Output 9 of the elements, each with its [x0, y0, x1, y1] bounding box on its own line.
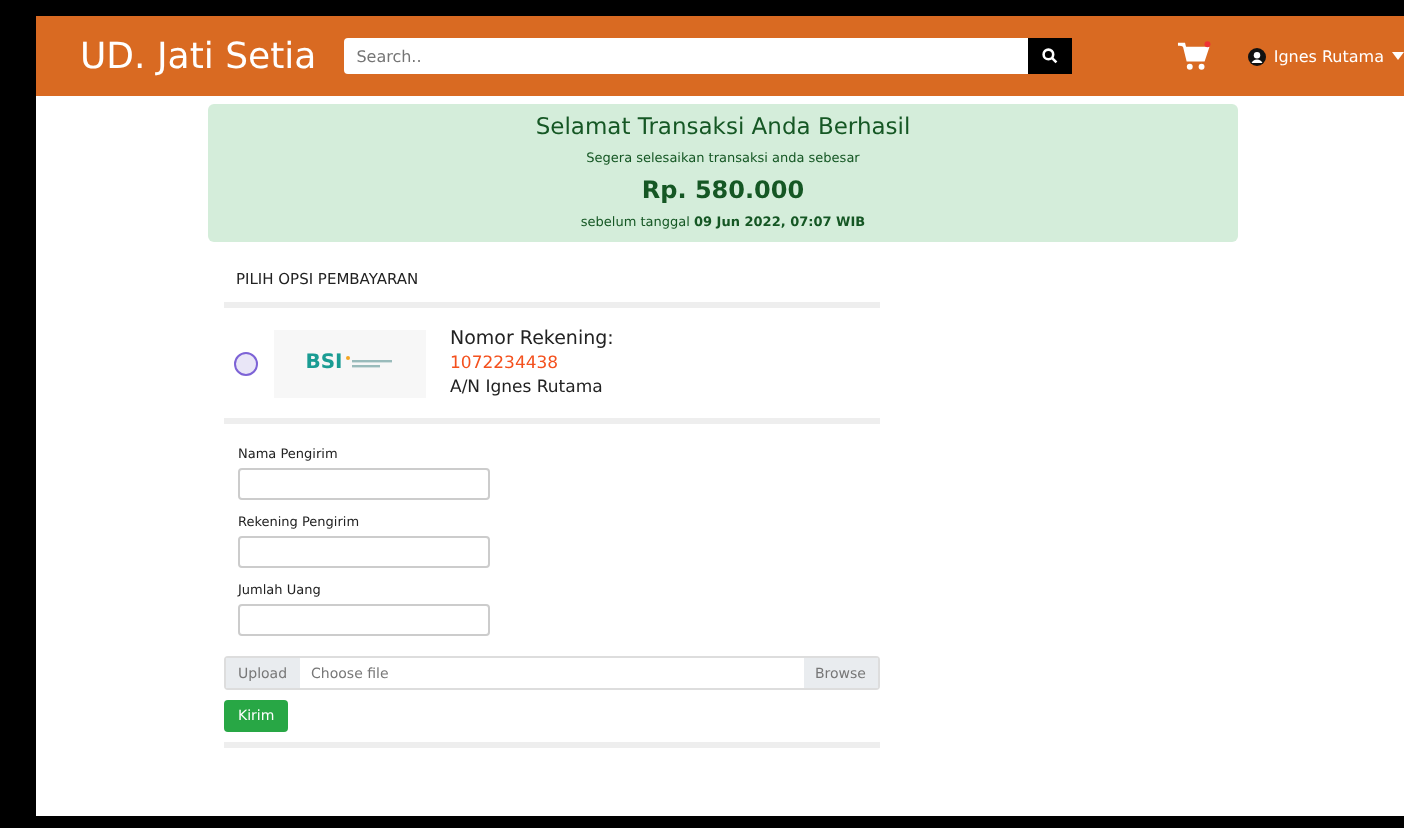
account-holder: A/N Ignes Rutama	[450, 378, 605, 398]
alert-title: Selamat Transaksi Anda Berhasil	[535, 112, 911, 140]
bank-logo: BSI	[274, 329, 426, 397]
user-menu[interactable]: Ignes Rutama	[1247, 47, 1404, 65]
amount-text: Rp. 580.000	[641, 176, 805, 204]
account-label: Nomor Rekening:	[450, 328, 614, 350]
brand-name[interactable]: UD. Jati Setia	[80, 35, 317, 77]
account-number: 1072234438	[450, 354, 561, 374]
search-field[interactable]: Search..	[344, 38, 1029, 74]
